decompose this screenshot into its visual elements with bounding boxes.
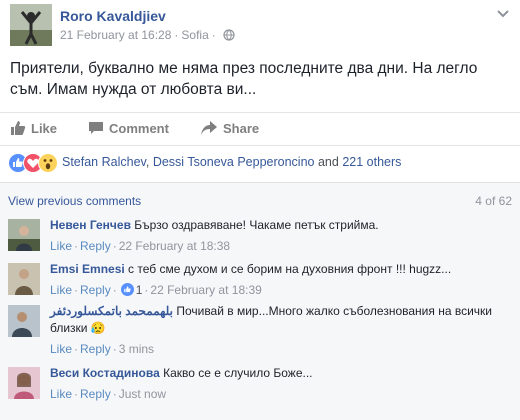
comment-body: بلهممحمد باتمكسلوردئفر Почивай в мир...М… bbox=[50, 303, 510, 358]
comment-author[interactable]: Emsi Emnesi bbox=[50, 262, 125, 276]
commenter-avatar[interactable] bbox=[8, 263, 40, 295]
post-date[interactable]: 21 February at 16:28 bbox=[60, 28, 171, 42]
author-avatar[interactable] bbox=[10, 4, 52, 46]
reactor-name[interactable]: Stefan Ralchev bbox=[62, 155, 146, 169]
reactions-summary[interactable]: Stefan Ralchev, Dessi Tsoneva Pepperonci… bbox=[8, 152, 513, 174]
comment-actions: Like · Reply · 1 · 22 February at 18:39 bbox=[50, 282, 262, 299]
reactors-text: Stefan Ralchev, Dessi Tsoneva Pepperonci… bbox=[62, 155, 402, 169]
reaction-icons[interactable] bbox=[8, 153, 60, 173]
comment-like-link[interactable]: Like bbox=[50, 342, 72, 356]
commenter-avatar[interactable] bbox=[8, 219, 40, 251]
commenter-avatar[interactable] bbox=[8, 367, 40, 399]
comment-reply-link[interactable]: Reply bbox=[80, 239, 111, 253]
comment-time[interactable]: 22 February at 18:38 bbox=[119, 239, 230, 253]
comment-text: с теб сме духом и се борим на духовния ф… bbox=[128, 262, 452, 276]
comment-body: Emsi Emnesi с теб сме духом и се борим н… bbox=[50, 261, 510, 299]
thumbs-up-icon bbox=[11, 121, 26, 135]
comment-time[interactable]: Just now bbox=[119, 387, 166, 401]
post-meta: 21 February at 16:28 · Sofia · bbox=[60, 28, 235, 44]
comment-actions: Like · Reply · Just now bbox=[50, 387, 167, 401]
comment-button[interactable]: Comment bbox=[88, 120, 169, 136]
comment-text: Бързо оздравяване! Чакаме петък стрийма. bbox=[134, 218, 379, 232]
reactors-others-link[interactable]: 221 others bbox=[342, 155, 401, 169]
comment-like-link[interactable]: Like bbox=[50, 387, 72, 401]
wow-reaction-icon bbox=[38, 153, 58, 178]
comment-actions: Like · Reply · 22 February at 18:38 bbox=[50, 239, 231, 253]
globe-icon[interactable] bbox=[223, 29, 235, 44]
comment-like-link[interactable]: Like bbox=[50, 283, 72, 297]
comment-text: Какво се е случило Боже... bbox=[163, 366, 313, 380]
comment-author[interactable]: بلهممحمد باتمكسلوردئفر bbox=[50, 304, 173, 318]
comment-like-link[interactable]: Like bbox=[50, 239, 72, 253]
view-previous-comments-link[interactable]: View previous comments bbox=[8, 194, 141, 208]
comment-reaction-count[interactable]: 1 bbox=[120, 282, 142, 299]
reactor-name[interactable]: Dessi Tsoneva Pepperoncino bbox=[153, 155, 315, 169]
comment-author[interactable]: Веси Костадинова bbox=[50, 366, 160, 380]
post-location[interactable]: Sofia bbox=[181, 28, 208, 42]
comment-reply-link[interactable]: Reply bbox=[80, 283, 111, 297]
comments-section: View previous comments 4 of 62 Невен Ген… bbox=[0, 182, 520, 420]
comment-reply-link[interactable]: Reply bbox=[80, 342, 111, 356]
comment-icon bbox=[89, 122, 103, 134]
chevron-down-icon[interactable] bbox=[496, 6, 510, 24]
post-text: Приятели, буквално ме няма през последни… bbox=[10, 60, 478, 98]
like-button[interactable]: Like bbox=[10, 120, 57, 136]
comment-author[interactable]: Невен Генчев bbox=[50, 218, 131, 232]
comment-time[interactable]: 3 mins bbox=[119, 342, 154, 356]
post-action-bar: Like Comment Share bbox=[0, 112, 520, 146]
comment-reply-link[interactable]: Reply bbox=[80, 387, 111, 401]
comment-body: Невен Генчев Бързо оздравяване! Чакаме п… bbox=[50, 217, 510, 255]
post-header: Roro Kavaldjiev 21 February at 16:28 · Sof… bbox=[10, 4, 510, 48]
comment-actions: Like · Reply · 3 mins bbox=[50, 342, 155, 356]
share-button[interactable]: Share bbox=[200, 120, 259, 136]
commenter-avatar[interactable] bbox=[8, 305, 40, 337]
like-reaction-icon bbox=[120, 283, 134, 296]
comment-time[interactable]: 22 February at 18:39 bbox=[150, 283, 261, 297]
comment-body: Веси Костадинова Какво се е случило Боже… bbox=[50, 365, 510, 403]
share-arrow-icon bbox=[201, 121, 217, 135]
comment-count: 4 of 62 bbox=[475, 194, 512, 208]
post-author-name[interactable]: Roro Kavaldjiev bbox=[60, 8, 166, 24]
